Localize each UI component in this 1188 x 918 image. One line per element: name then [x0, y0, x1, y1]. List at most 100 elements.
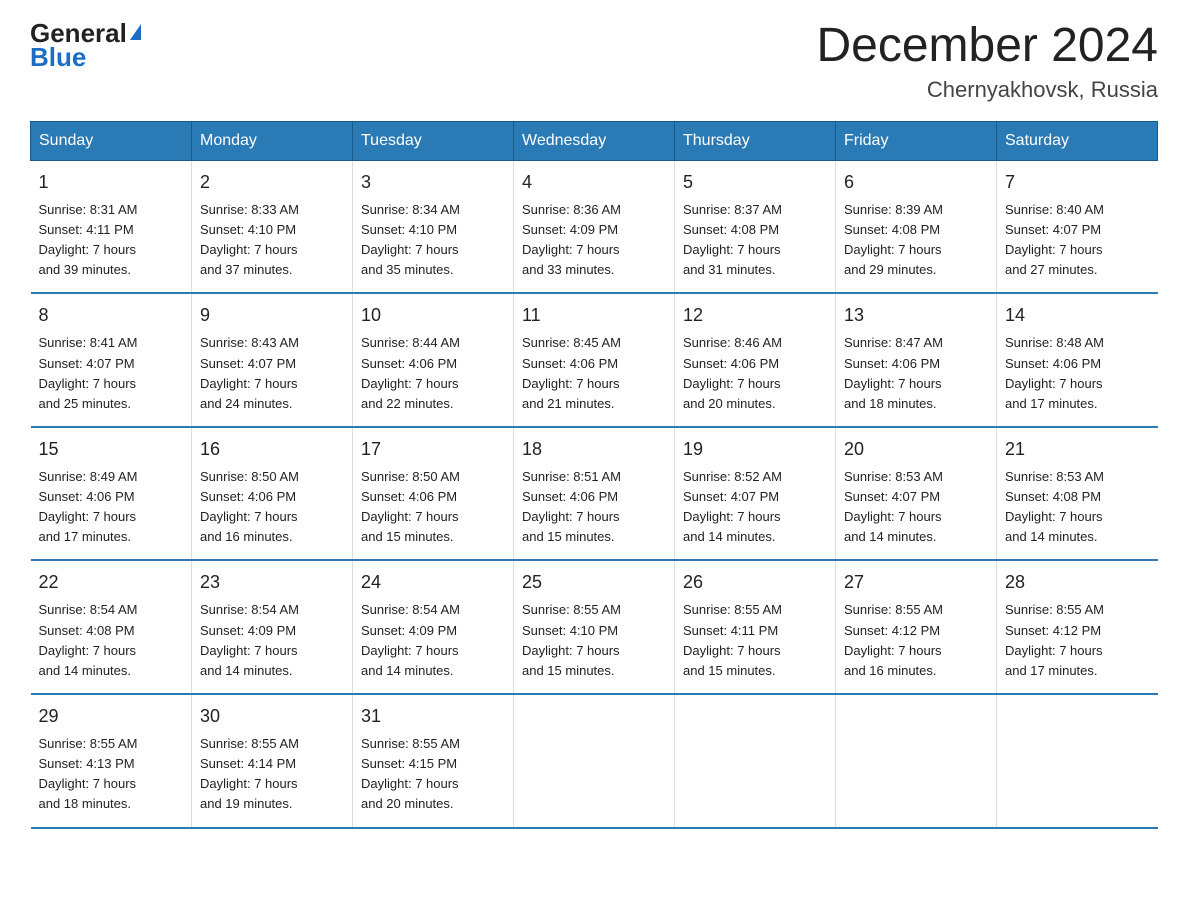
col-wednesday: Wednesday: [514, 121, 675, 160]
day-info: Sunrise: 8:31 AM Sunset: 4:11 PM Dayligh…: [39, 200, 184, 281]
day-info: Sunrise: 8:39 AM Sunset: 4:08 PM Dayligh…: [844, 200, 988, 281]
day-number: 6: [844, 169, 988, 196]
day-info: Sunrise: 8:55 AM Sunset: 4:15 PM Dayligh…: [361, 734, 505, 815]
table-row: 3 Sunrise: 8:34 AM Sunset: 4:10 PM Dayli…: [353, 160, 514, 293]
day-number: 20: [844, 436, 988, 463]
day-info: Sunrise: 8:53 AM Sunset: 4:07 PM Dayligh…: [844, 467, 988, 548]
day-info: Sunrise: 8:50 AM Sunset: 4:06 PM Dayligh…: [200, 467, 344, 548]
logo: General Blue: [30, 20, 141, 70]
col-monday: Monday: [192, 121, 353, 160]
day-number: 2: [200, 169, 344, 196]
table-row: 28 Sunrise: 8:55 AM Sunset: 4:12 PM Dayl…: [997, 560, 1158, 694]
day-number: 23: [200, 569, 344, 596]
table-row: 18 Sunrise: 8:51 AM Sunset: 4:06 PM Dayl…: [514, 427, 675, 561]
table-row: [675, 694, 836, 828]
day-info: Sunrise: 8:51 AM Sunset: 4:06 PM Dayligh…: [522, 467, 666, 548]
day-info: Sunrise: 8:48 AM Sunset: 4:06 PM Dayligh…: [1005, 333, 1150, 414]
day-info: Sunrise: 8:50 AM Sunset: 4:06 PM Dayligh…: [361, 467, 505, 548]
table-row: 30 Sunrise: 8:55 AM Sunset: 4:14 PM Dayl…: [192, 694, 353, 828]
day-info: Sunrise: 8:40 AM Sunset: 4:07 PM Dayligh…: [1005, 200, 1150, 281]
table-row: 6 Sunrise: 8:39 AM Sunset: 4:08 PM Dayli…: [836, 160, 997, 293]
col-thursday: Thursday: [675, 121, 836, 160]
table-row: 2 Sunrise: 8:33 AM Sunset: 4:10 PM Dayli…: [192, 160, 353, 293]
day-number: 10: [361, 302, 505, 329]
table-row: 11 Sunrise: 8:45 AM Sunset: 4:06 PM Dayl…: [514, 293, 675, 427]
day-info: Sunrise: 8:46 AM Sunset: 4:06 PM Dayligh…: [683, 333, 827, 414]
day-info: Sunrise: 8:55 AM Sunset: 4:13 PM Dayligh…: [39, 734, 184, 815]
table-row: 7 Sunrise: 8:40 AM Sunset: 4:07 PM Dayli…: [997, 160, 1158, 293]
table-row: 13 Sunrise: 8:47 AM Sunset: 4:06 PM Dayl…: [836, 293, 997, 427]
day-info: Sunrise: 8:34 AM Sunset: 4:10 PM Dayligh…: [361, 200, 505, 281]
day-number: 4: [522, 169, 666, 196]
day-info: Sunrise: 8:41 AM Sunset: 4:07 PM Dayligh…: [39, 333, 184, 414]
table-row: 31 Sunrise: 8:55 AM Sunset: 4:15 PM Dayl…: [353, 694, 514, 828]
day-info: Sunrise: 8:44 AM Sunset: 4:06 PM Dayligh…: [361, 333, 505, 414]
table-row: 25 Sunrise: 8:55 AM Sunset: 4:10 PM Dayl…: [514, 560, 675, 694]
day-number: 16: [200, 436, 344, 463]
day-info: Sunrise: 8:55 AM Sunset: 4:12 PM Dayligh…: [844, 600, 988, 681]
day-number: 9: [200, 302, 344, 329]
day-number: 19: [683, 436, 827, 463]
day-number: 8: [39, 302, 184, 329]
logo-blue: Blue: [30, 44, 86, 70]
day-info: Sunrise: 8:47 AM Sunset: 4:06 PM Dayligh…: [844, 333, 988, 414]
day-number: 17: [361, 436, 505, 463]
day-number: 27: [844, 569, 988, 596]
calendar-header-row: Sunday Monday Tuesday Wednesday Thursday…: [31, 121, 1158, 160]
day-number: 14: [1005, 302, 1150, 329]
day-number: 13: [844, 302, 988, 329]
calendar-week-row: 29 Sunrise: 8:55 AM Sunset: 4:13 PM Dayl…: [31, 694, 1158, 828]
day-info: Sunrise: 8:55 AM Sunset: 4:10 PM Dayligh…: [522, 600, 666, 681]
day-number: 21: [1005, 436, 1150, 463]
day-number: 24: [361, 569, 505, 596]
table-row: 14 Sunrise: 8:48 AM Sunset: 4:06 PM Dayl…: [997, 293, 1158, 427]
col-tuesday: Tuesday: [353, 121, 514, 160]
table-row: 15 Sunrise: 8:49 AM Sunset: 4:06 PM Dayl…: [31, 427, 192, 561]
table-row: 20 Sunrise: 8:53 AM Sunset: 4:07 PM Dayl…: [836, 427, 997, 561]
col-sunday: Sunday: [31, 121, 192, 160]
day-number: 5: [683, 169, 827, 196]
table-row: 29 Sunrise: 8:55 AM Sunset: 4:13 PM Dayl…: [31, 694, 192, 828]
day-info: Sunrise: 8:54 AM Sunset: 4:09 PM Dayligh…: [200, 600, 344, 681]
table-row: 5 Sunrise: 8:37 AM Sunset: 4:08 PM Dayli…: [675, 160, 836, 293]
day-info: Sunrise: 8:43 AM Sunset: 4:07 PM Dayligh…: [200, 333, 344, 414]
table-row: 19 Sunrise: 8:52 AM Sunset: 4:07 PM Dayl…: [675, 427, 836, 561]
day-info: Sunrise: 8:53 AM Sunset: 4:08 PM Dayligh…: [1005, 467, 1150, 548]
page-subtitle: Chernyakhovsk, Russia: [816, 77, 1158, 103]
calendar-week-row: 1 Sunrise: 8:31 AM Sunset: 4:11 PM Dayli…: [31, 160, 1158, 293]
day-number: 22: [39, 569, 184, 596]
day-info: Sunrise: 8:54 AM Sunset: 4:09 PM Dayligh…: [361, 600, 505, 681]
day-info: Sunrise: 8:37 AM Sunset: 4:08 PM Dayligh…: [683, 200, 827, 281]
day-number: 3: [361, 169, 505, 196]
calendar-week-row: 22 Sunrise: 8:54 AM Sunset: 4:08 PM Dayl…: [31, 560, 1158, 694]
table-row: [514, 694, 675, 828]
calendar-week-row: 15 Sunrise: 8:49 AM Sunset: 4:06 PM Dayl…: [31, 427, 1158, 561]
day-number: 12: [683, 302, 827, 329]
table-row: 10 Sunrise: 8:44 AM Sunset: 4:06 PM Dayl…: [353, 293, 514, 427]
day-number: 18: [522, 436, 666, 463]
calendar-week-row: 8 Sunrise: 8:41 AM Sunset: 4:07 PM Dayli…: [31, 293, 1158, 427]
day-number: 29: [39, 703, 184, 730]
table-row: 24 Sunrise: 8:54 AM Sunset: 4:09 PM Dayl…: [353, 560, 514, 694]
table-row: [836, 694, 997, 828]
table-row: 27 Sunrise: 8:55 AM Sunset: 4:12 PM Dayl…: [836, 560, 997, 694]
page-header: General Blue December 2024 Chernyakhovsk…: [30, 20, 1158, 103]
table-row: 9 Sunrise: 8:43 AM Sunset: 4:07 PM Dayli…: [192, 293, 353, 427]
day-number: 25: [522, 569, 666, 596]
day-number: 15: [39, 436, 184, 463]
table-row: 12 Sunrise: 8:46 AM Sunset: 4:06 PM Dayl…: [675, 293, 836, 427]
day-number: 26: [683, 569, 827, 596]
table-row: 22 Sunrise: 8:54 AM Sunset: 4:08 PM Dayl…: [31, 560, 192, 694]
title-block: December 2024 Chernyakhovsk, Russia: [816, 20, 1158, 103]
day-info: Sunrise: 8:45 AM Sunset: 4:06 PM Dayligh…: [522, 333, 666, 414]
day-info: Sunrise: 8:49 AM Sunset: 4:06 PM Dayligh…: [39, 467, 184, 548]
table-row: 17 Sunrise: 8:50 AM Sunset: 4:06 PM Dayl…: [353, 427, 514, 561]
logo-triangle-icon: [130, 24, 141, 40]
table-row: 4 Sunrise: 8:36 AM Sunset: 4:09 PM Dayli…: [514, 160, 675, 293]
table-row: 8 Sunrise: 8:41 AM Sunset: 4:07 PM Dayli…: [31, 293, 192, 427]
day-info: Sunrise: 8:52 AM Sunset: 4:07 PM Dayligh…: [683, 467, 827, 548]
table-row: 21 Sunrise: 8:53 AM Sunset: 4:08 PM Dayl…: [997, 427, 1158, 561]
day-info: Sunrise: 8:55 AM Sunset: 4:12 PM Dayligh…: [1005, 600, 1150, 681]
table-row: 1 Sunrise: 8:31 AM Sunset: 4:11 PM Dayli…: [31, 160, 192, 293]
day-info: Sunrise: 8:33 AM Sunset: 4:10 PM Dayligh…: [200, 200, 344, 281]
